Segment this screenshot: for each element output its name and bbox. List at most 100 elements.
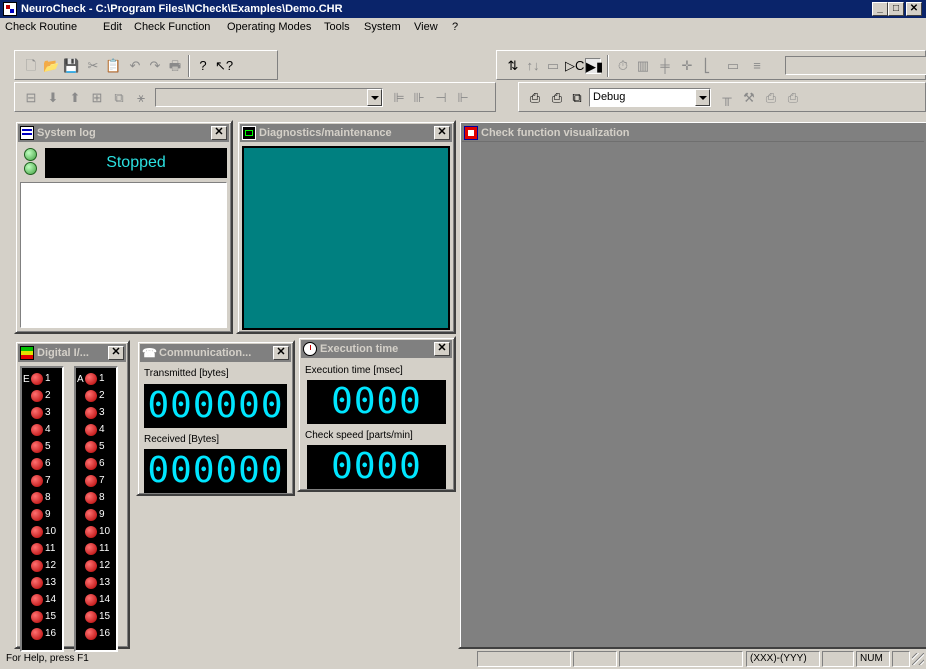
chart-icon[interactable]: ▥ bbox=[635, 58, 651, 74]
visualization-title: Check function visualization bbox=[481, 127, 630, 139]
right-combo[interactable] bbox=[785, 56, 926, 75]
output-led[interactable] bbox=[85, 628, 97, 640]
output-led[interactable] bbox=[85, 526, 97, 538]
diagnostics-close-button[interactable]: ✕ bbox=[434, 126, 450, 140]
redo-icon[interactable]: ↷ bbox=[147, 58, 163, 74]
camera-gray-icon[interactable]: ⎙ bbox=[763, 90, 779, 106]
split-icon[interactable]: ⊩ bbox=[455, 90, 471, 106]
menu-check-routine[interactable]: Check Routine bbox=[5, 21, 77, 33]
properties-icon[interactable]: ⧉ bbox=[111, 90, 127, 106]
menu-view[interactable]: View bbox=[414, 21, 438, 33]
menu-check-function[interactable]: Check Function bbox=[134, 21, 210, 33]
link-icon[interactable]: ⚹ bbox=[133, 90, 149, 106]
save-icon[interactable]: 💾 bbox=[63, 58, 79, 74]
output-led[interactable] bbox=[85, 407, 97, 419]
monitor-icon[interactable]: ▭ bbox=[725, 58, 741, 74]
input-number: 12 bbox=[45, 560, 57, 571]
output-number: 11 bbox=[99, 543, 110, 554]
visualization-caption[interactable]: Check function visualization bbox=[462, 124, 924, 142]
minimize-button[interactable]: _ bbox=[872, 2, 888, 16]
routine-icon[interactable]: ⇅ bbox=[505, 58, 521, 74]
output-led[interactable] bbox=[85, 577, 97, 589]
debug-mode-icon[interactable]: ▶▮ bbox=[585, 58, 603, 74]
communication-caption[interactable]: ☎ Communication... ✕ bbox=[140, 344, 291, 362]
output-led[interactable] bbox=[85, 492, 97, 504]
bars-icon[interactable]: ╥ bbox=[719, 90, 735, 106]
function-name-combo[interactable] bbox=[155, 88, 383, 107]
chevron-down-icon[interactable] bbox=[367, 89, 382, 106]
diagnostics-caption[interactable]: Diagnostics/maintenance ✕ bbox=[240, 124, 452, 142]
tool-icon[interactable]: ⚒ bbox=[741, 90, 757, 106]
communication-close-button[interactable]: ✕ bbox=[273, 346, 289, 360]
connect-icon[interactable]: ⊣ bbox=[433, 90, 449, 106]
digital-io-close-button[interactable]: ✕ bbox=[108, 346, 124, 360]
crosshair-icon[interactable]: ✛ bbox=[679, 58, 695, 74]
new-file-icon[interactable]: 🗋 bbox=[23, 58, 39, 74]
print-icon[interactable]: 🖶 bbox=[167, 58, 183, 74]
step-icon[interactable]: ↑↓ bbox=[525, 58, 541, 74]
system-log-caption[interactable]: System log ✕ bbox=[18, 124, 229, 142]
align-right-icon[interactable]: ⊪ bbox=[411, 90, 427, 106]
status-lamp-bottom bbox=[24, 162, 37, 175]
menu-help[interactable]: ? bbox=[452, 21, 458, 33]
chart-line-icon[interactable]: ⎣ bbox=[699, 58, 715, 74]
insert-function-icon[interactable]: ⊟ bbox=[23, 90, 39, 106]
window-icon[interactable]: ▭ bbox=[545, 58, 561, 74]
input-led bbox=[31, 407, 43, 419]
grid-icon[interactable]: ╪ bbox=[657, 58, 673, 74]
app-icon[interactable] bbox=[3, 2, 17, 16]
output-led[interactable] bbox=[85, 594, 97, 606]
menu-system[interactable]: System bbox=[364, 21, 401, 33]
run-check-icon[interactable]: ▷C bbox=[565, 58, 584, 74]
maximize-button[interactable]: □ bbox=[888, 2, 904, 16]
resize-grip-icon[interactable] bbox=[912, 653, 924, 665]
output-led[interactable] bbox=[85, 509, 97, 521]
output-number: 5 bbox=[99, 441, 105, 452]
menu-tools[interactable]: Tools bbox=[324, 21, 350, 33]
input-number: 14 bbox=[45, 594, 57, 605]
toolbar-separator bbox=[188, 55, 190, 77]
execution-time-caption[interactable]: Execution time ✕ bbox=[301, 340, 452, 358]
camera-icon[interactable]: ⎙ bbox=[527, 90, 543, 106]
inputs-letter: E bbox=[23, 374, 30, 385]
output-led[interactable] bbox=[85, 543, 97, 555]
input-led bbox=[31, 560, 43, 572]
output-led[interactable] bbox=[85, 373, 97, 385]
context-help-icon[interactable]: ↖? bbox=[215, 58, 233, 74]
digital-io-caption[interactable]: Digital I/... ✕ bbox=[18, 344, 126, 362]
mode-combo[interactable]: Debug bbox=[589, 88, 711, 107]
output-led[interactable] bbox=[85, 475, 97, 487]
paste-icon[interactable]: 📋 bbox=[105, 58, 121, 74]
system-log-close-button[interactable]: ✕ bbox=[211, 126, 227, 140]
parameters-icon[interactable]: ⊞ bbox=[89, 90, 105, 106]
system-log-list[interactable] bbox=[20, 182, 227, 328]
output-led[interactable] bbox=[85, 560, 97, 572]
output-led[interactable] bbox=[85, 611, 97, 623]
cut-icon[interactable]: ✂ bbox=[85, 58, 101, 74]
undo-icon[interactable]: ↶ bbox=[127, 58, 143, 74]
menu-edit[interactable]: Edit bbox=[103, 21, 122, 33]
execution-time-close-button[interactable]: ✕ bbox=[434, 342, 450, 356]
align-left-icon[interactable]: ⊫ bbox=[391, 90, 407, 106]
help-icon[interactable]: ? bbox=[195, 58, 211, 74]
check-function-toolbar: ⊟ ⬇ ⬆ ⊞ ⧉ ⚹ ⊫ ⊪ ⊣ ⊩ bbox=[14, 82, 496, 112]
output-led[interactable] bbox=[85, 458, 97, 470]
input-led bbox=[31, 611, 43, 623]
window-cascade-icon[interactable]: ⧉ bbox=[569, 90, 585, 106]
input-led bbox=[31, 458, 43, 470]
output-led[interactable] bbox=[85, 441, 97, 453]
close-button[interactable]: ✕ bbox=[906, 2, 922, 16]
output-led[interactable] bbox=[85, 424, 97, 436]
camera-settings-icon[interactable]: ⎙ bbox=[549, 90, 565, 106]
chevron-down-icon[interactable] bbox=[695, 89, 710, 106]
list-icon[interactable]: ≡ bbox=[749, 58, 765, 74]
open-folder-icon[interactable]: 📂 bbox=[43, 58, 59, 74]
move-down-icon[interactable]: ⬇ bbox=[45, 90, 61, 106]
move-up-icon[interactable]: ⬆ bbox=[67, 90, 83, 106]
output-led[interactable] bbox=[85, 390, 97, 402]
output-number: 9 bbox=[99, 509, 105, 520]
menu-operating-modes[interactable]: Operating Modes bbox=[227, 21, 311, 33]
input-led bbox=[31, 577, 43, 589]
timer-icon[interactable]: ⏱ bbox=[615, 58, 631, 74]
camera-off-icon[interactable]: ⎙ bbox=[785, 90, 801, 106]
